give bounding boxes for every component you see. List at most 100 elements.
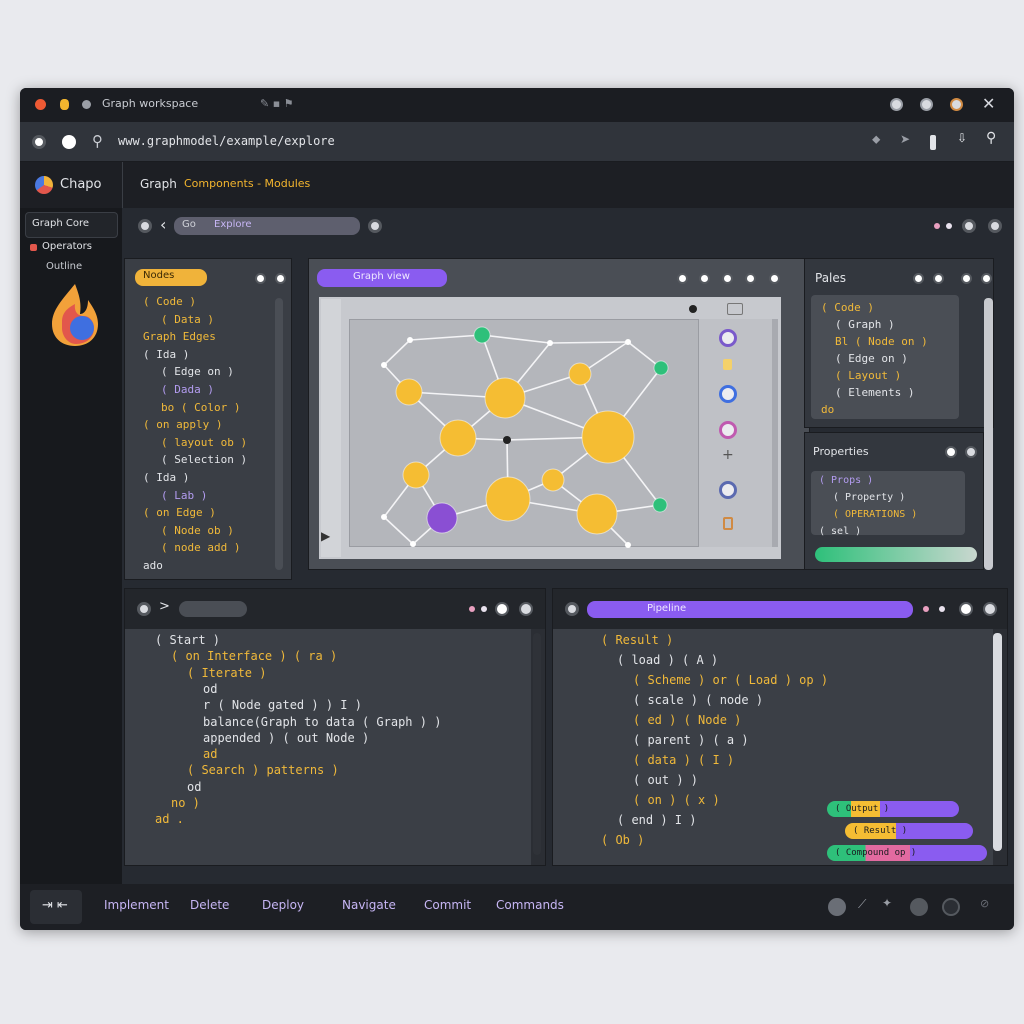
bottom-menu-item[interactable]: Delete (190, 898, 229, 912)
code-line: ( Props ) (819, 475, 874, 486)
code-line: ( Search ) patterns ) (187, 763, 339, 778)
properties-toggle-icon[interactable] (945, 446, 957, 458)
properties-panel: Properties ( Props ) ( Property ) ( OPERAT… (804, 432, 984, 570)
graph-node[interactable] (395, 378, 423, 406)
app-window: Graph workspace ✎ ▪ ⚑ ✕ ⚲ www.graphmodel… (20, 88, 1014, 930)
code-line: no ) (171, 796, 200, 810)
bottom-menu-item[interactable]: Navigate (342, 898, 396, 912)
graph-edge (549, 341, 629, 344)
pales-close-icon[interactable] (981, 273, 992, 284)
code-line: balance(Graph to data ( Graph ) ) (203, 714, 442, 729)
code-line: ad . (155, 812, 184, 827)
code-line: do (821, 403, 835, 416)
graph-joint (407, 337, 413, 343)
code-line: ( OPERATIONS ) (833, 509, 918, 520)
status-dot-icon (923, 606, 929, 612)
bottom-menu-item[interactable]: Commit (424, 898, 471, 912)
code-line: ( Elements ) (835, 386, 915, 399)
code-line: ( on Interface ) ( ra ) (171, 649, 338, 664)
graph-node[interactable] (653, 360, 669, 376)
terminal-toggle[interactable]: ⇥ ⇤ (30, 890, 82, 924)
run-output (125, 629, 531, 865)
code-line: ( Property ) (833, 492, 906, 503)
code-line: ( sel ) (819, 526, 862, 537)
graph-node[interactable] (581, 410, 635, 464)
properties-title: Properties (813, 445, 869, 458)
graph-node[interactable] (485, 476, 531, 522)
notifications-icon[interactable] (942, 898, 960, 916)
graph-joint (410, 541, 416, 547)
prompt-icon: > (159, 599, 170, 614)
code-line: ( ed ) ( Node ) (633, 713, 742, 727)
pipeline-icon[interactable] (565, 602, 579, 616)
user-icon[interactable] (828, 898, 846, 916)
graph-node[interactable] (576, 493, 618, 535)
link-icon[interactable]: ⊘ (980, 897, 989, 910)
graph-edge (481, 334, 551, 344)
graph-joint (625, 339, 631, 345)
graph-node[interactable] (484, 377, 526, 419)
code-line: ( Edge on ) (835, 352, 908, 365)
code-line: ( end ) I ) (617, 813, 697, 827)
pipeline-terminal: Pipeline ( Result ) ( load ) ( A ) ( Schem… (552, 588, 1008, 905)
bottom-menu-item[interactable]: Commands (496, 898, 564, 912)
result-chip[interactable]: ( Result ) (845, 823, 973, 839)
code-line: ( Graph ) (835, 318, 895, 331)
pales-more-icon[interactable] (961, 273, 972, 284)
properties-close-icon[interactable] (965, 446, 977, 458)
code-line: appended ) ( out Node ) (203, 730, 370, 745)
pales-panel: Pales ( Code ) ( Graph ) Bl ( Node on ) ( E… (804, 258, 994, 428)
status-dot-icon (481, 606, 487, 612)
pipeline-close-icon[interactable] (983, 602, 997, 616)
result-chip[interactable]: ( Output ) (827, 801, 959, 817)
pipeline-settings-icon[interactable] (959, 602, 973, 616)
graph-node[interactable] (402, 461, 430, 489)
sparkle-icon[interactable]: ✦ (882, 896, 892, 910)
run-command-pill[interactable] (179, 601, 247, 617)
graph-node[interactable] (426, 502, 458, 534)
graph-node[interactable] (652, 497, 668, 513)
right-scrollbar[interactable] (984, 298, 993, 570)
apply-bar[interactable] (815, 547, 977, 562)
result-chip[interactable]: ( Compound op ) (827, 845, 987, 861)
bottom-menu-item[interactable]: Implement (104, 898, 169, 912)
graph-hub[interactable] (503, 436, 511, 444)
pipeline-tag[interactable]: Pipeline (587, 601, 913, 618)
sync-icon[interactable] (910, 898, 928, 916)
code-line: ( out ) ) (633, 773, 699, 787)
graph-node[interactable] (473, 326, 491, 344)
code-line: ( parent ) ( a ) (633, 733, 749, 747)
code-line: ( load ) ( A ) (617, 653, 719, 667)
code-line: ( Layout ) (835, 369, 902, 382)
code-line: ad (203, 747, 218, 762)
code-line: ( on ) ( x ) (633, 793, 720, 807)
run-scrollbar[interactable] (533, 633, 541, 855)
graph-edge (383, 516, 414, 545)
code-line: od (187, 779, 202, 794)
graph-node[interactable] (439, 419, 477, 457)
code-line: ( data ) ( I ) (633, 753, 735, 767)
code-line: ( scale ) ( node ) (633, 693, 764, 707)
pales-title: Pales (815, 271, 847, 285)
status-dot-icon (469, 606, 475, 612)
graph-node[interactable] (568, 362, 592, 386)
code-line: ( Iterate ) (187, 665, 267, 680)
graph-joint (381, 514, 387, 520)
graph-node[interactable] (541, 468, 565, 492)
edit-icon[interactable]: ⟋ (858, 897, 866, 912)
pales-pin-icon[interactable] (933, 273, 944, 284)
run-close-icon[interactable] (519, 602, 533, 616)
graph-joint (381, 362, 387, 368)
bottom-menu-item[interactable]: Deploy (262, 898, 304, 912)
run-settings-icon[interactable] (495, 602, 509, 616)
code-line: Bl ( Node on ) (835, 335, 928, 348)
pipeline-scrollbar[interactable] (993, 633, 1002, 851)
code-line: ( Result ) (601, 633, 674, 647)
bottom-menu-bar: ⇥ ⇤ ⟋ ✦ ⊘ Implement Delete Deploy Navigate C… (20, 884, 1014, 930)
code-line: ( Scheme ) or ( Load ) op ) (633, 673, 829, 687)
terminal-toggle-icon: ⇥ ⇤ (42, 898, 68, 913)
terminal-icon[interactable] (137, 602, 151, 616)
pales-expand-icon[interactable] (913, 273, 924, 284)
graph-edge (409, 334, 483, 341)
code-line: ( Start ) (155, 633, 221, 647)
